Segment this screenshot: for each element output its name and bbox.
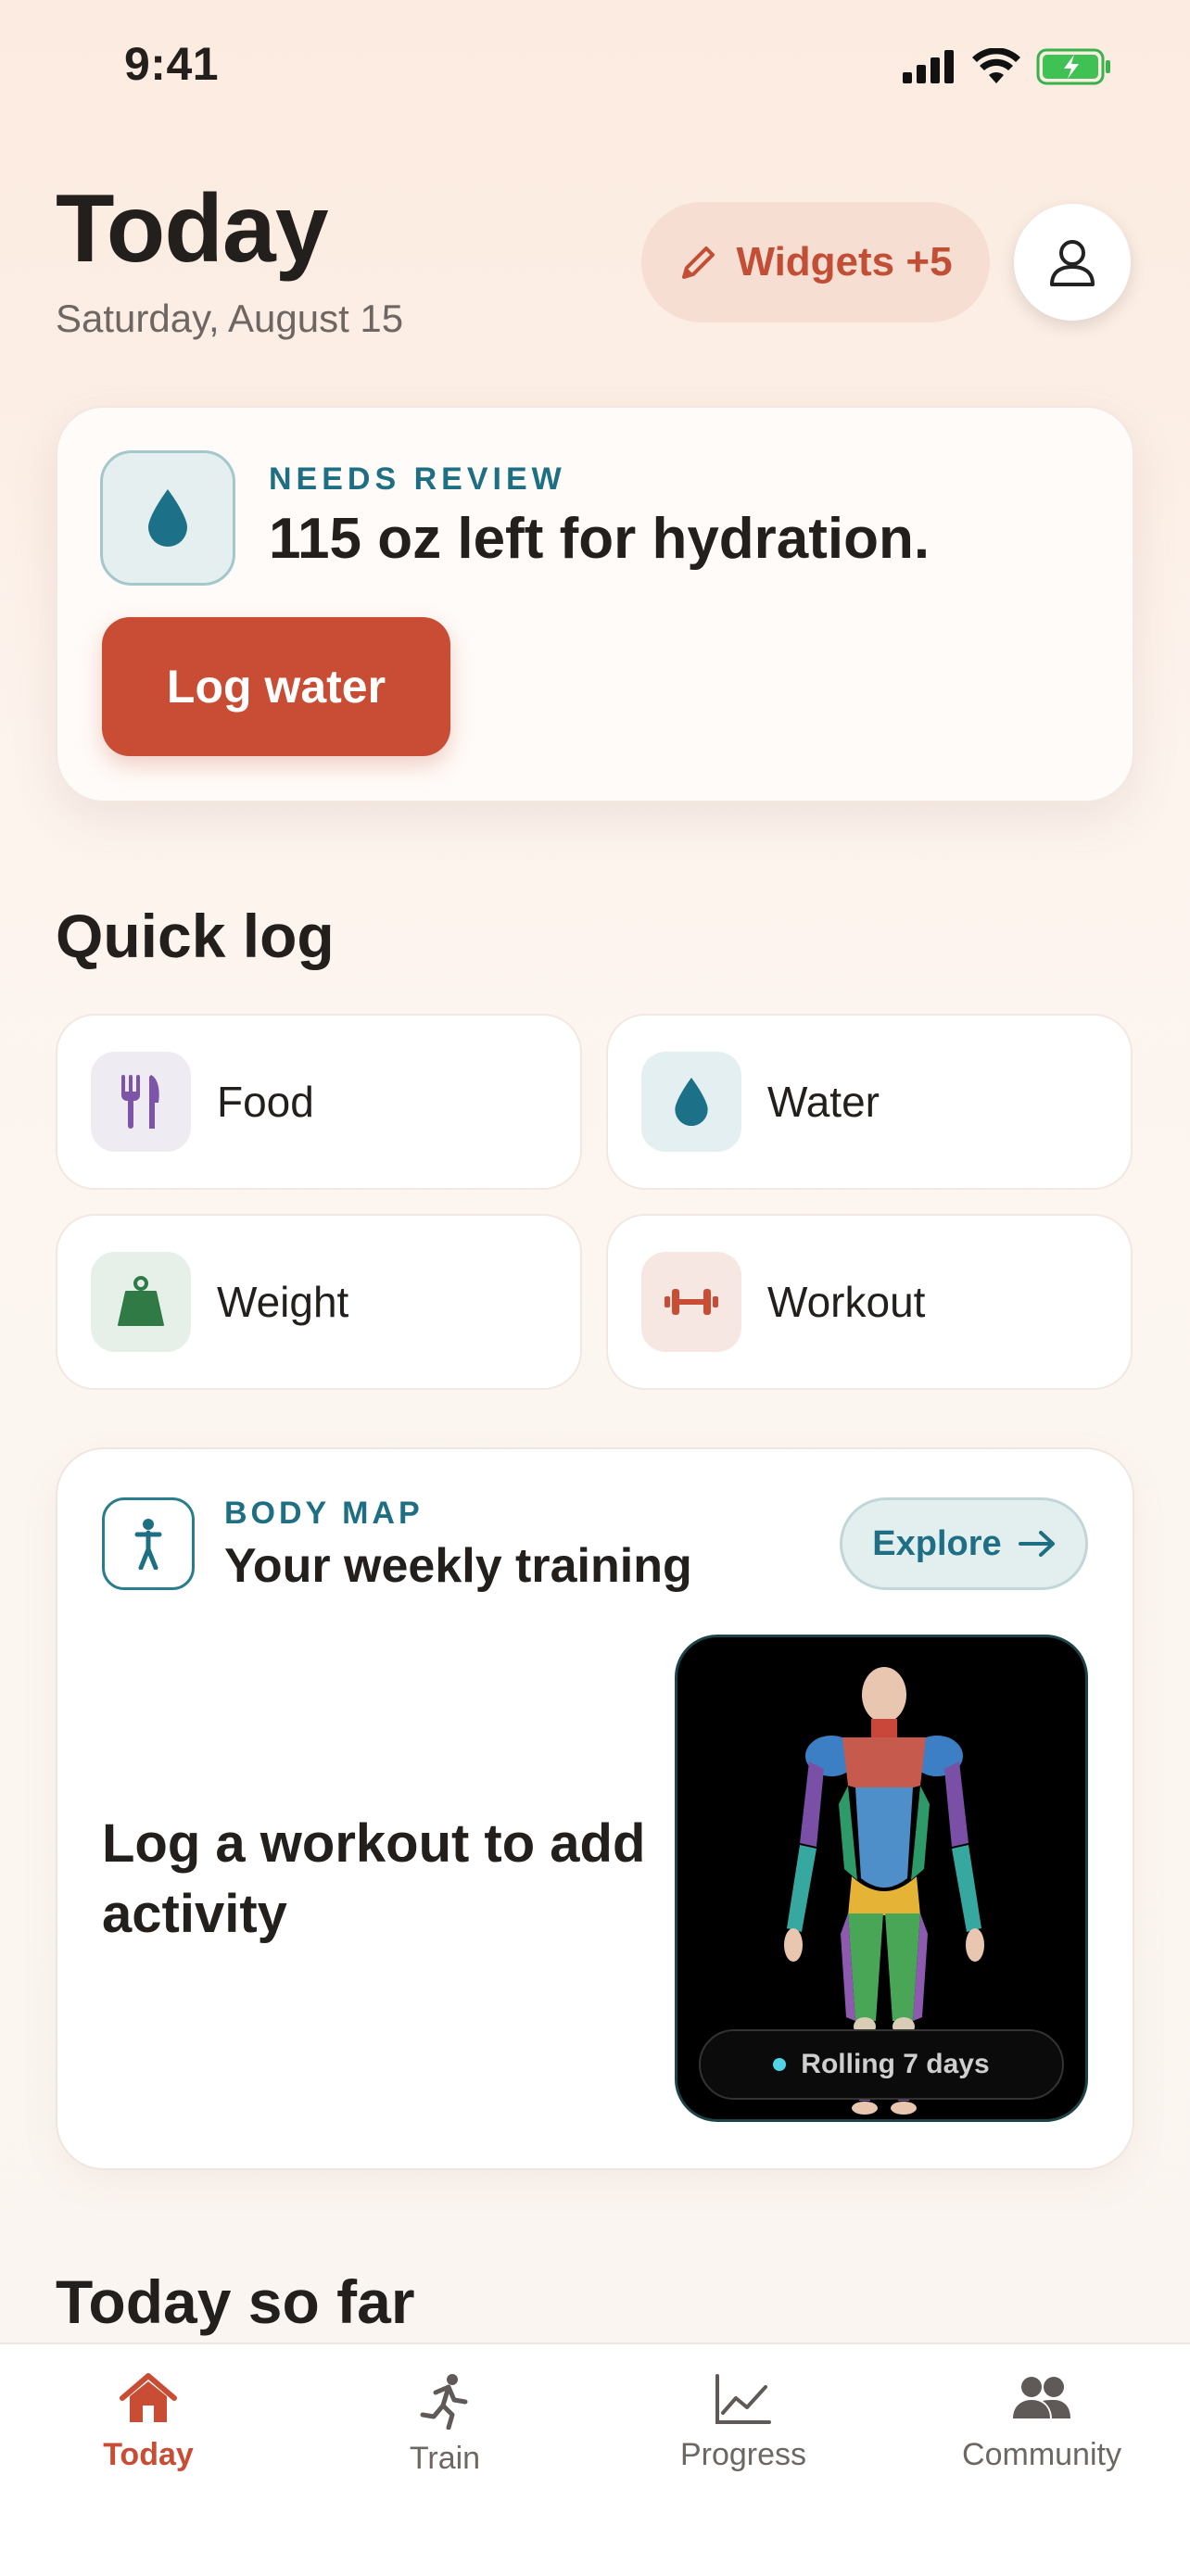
profile-button[interactable] — [1014, 204, 1131, 321]
quick-log-food[interactable]: Food — [56, 1014, 582, 1190]
page-title: Today — [56, 175, 329, 283]
tab-progress-label: Progress — [679, 2437, 807, 2472]
water-icon-badge — [641, 1052, 741, 1152]
today-so-far-title: Today so far — [56, 2267, 415, 2336]
review-eyebrow: NEEDS REVIEW — [269, 461, 566, 497]
signal-icon — [903, 50, 954, 83]
review-icon-badge — [100, 450, 235, 586]
standing-person-icon — [134, 1519, 162, 1570]
water-drop-icon — [148, 489, 187, 547]
tab-today[interactable]: Today — [28, 2372, 269, 2473]
tab-train-label: Train — [409, 2441, 481, 2476]
quick-log-weight-label: Weight — [217, 1278, 349, 1326]
fork-knife-icon — [121, 1075, 159, 1129]
rolling-window-badge: Rolling 7 days — [699, 2029, 1064, 2100]
running-icon — [420, 2374, 468, 2430]
body-map-icon-badge — [102, 1497, 195, 1590]
home-icon — [120, 2373, 177, 2422]
food-icon-badge — [91, 1052, 191, 1152]
tab-community-label: Community — [962, 2437, 1121, 2472]
arrow-right-icon — [1018, 1531, 1055, 1557]
wifi-icon — [972, 48, 1020, 83]
quick-log-food-label: Food — [217, 1078, 314, 1126]
quick-log-water[interactable]: Water — [606, 1014, 1133, 1190]
quick-log-workout[interactable]: Workout — [606, 1214, 1133, 1390]
person-icon — [1050, 240, 1095, 286]
tab-train[interactable]: Train — [324, 2372, 565, 2477]
widgets-label: Widgets +5 — [736, 239, 953, 284]
review-title: 115 oz left for hydration. — [269, 507, 930, 571]
body-map-title: Your weekly training — [224, 1539, 692, 1593]
widgets-button[interactable]: Widgets +5 — [641, 202, 990, 322]
battery-icon — [1036, 48, 1110, 85]
tab-progress[interactable]: Progress — [623, 2372, 864, 2473]
log-water-button[interactable]: Log water — [102, 617, 450, 756]
status-time: 9:41 — [124, 38, 220, 90]
body-map-empty-message: Log a workout to add activity — [102, 1813, 646, 1944]
explore-label: Explore — [872, 1523, 1002, 1563]
status-icons — [903, 48, 1112, 85]
page-date: Saturday, August 15 — [56, 297, 404, 340]
quick-log-weight[interactable]: Weight — [56, 1214, 582, 1390]
workout-icon-badge — [641, 1252, 741, 1352]
quick-log-title: Quick log — [56, 902, 335, 970]
body-map-eyebrow: BODY MAP — [224, 1496, 424, 1531]
rolling-label: Rolling 7 days — [801, 2049, 990, 2079]
water-drop-icon — [675, 1077, 708, 1127]
pencil-icon — [682, 246, 715, 279]
chart-trend-icon — [715, 2374, 771, 2424]
dumbbell-icon — [665, 1289, 718, 1315]
quick-log-workout-label: Workout — [767, 1278, 926, 1326]
weight-icon — [118, 1276, 164, 1326]
live-dot-icon — [773, 2058, 787, 2071]
tab-today-label: Today — [103, 2437, 194, 2472]
people-icon — [1013, 2377, 1070, 2418]
quick-log-water-label: Water — [767, 1078, 880, 1126]
weight-icon-badge — [91, 1252, 191, 1352]
explore-button[interactable]: Explore — [840, 1497, 1088, 1590]
tab-community[interactable]: Community — [921, 2372, 1162, 2473]
